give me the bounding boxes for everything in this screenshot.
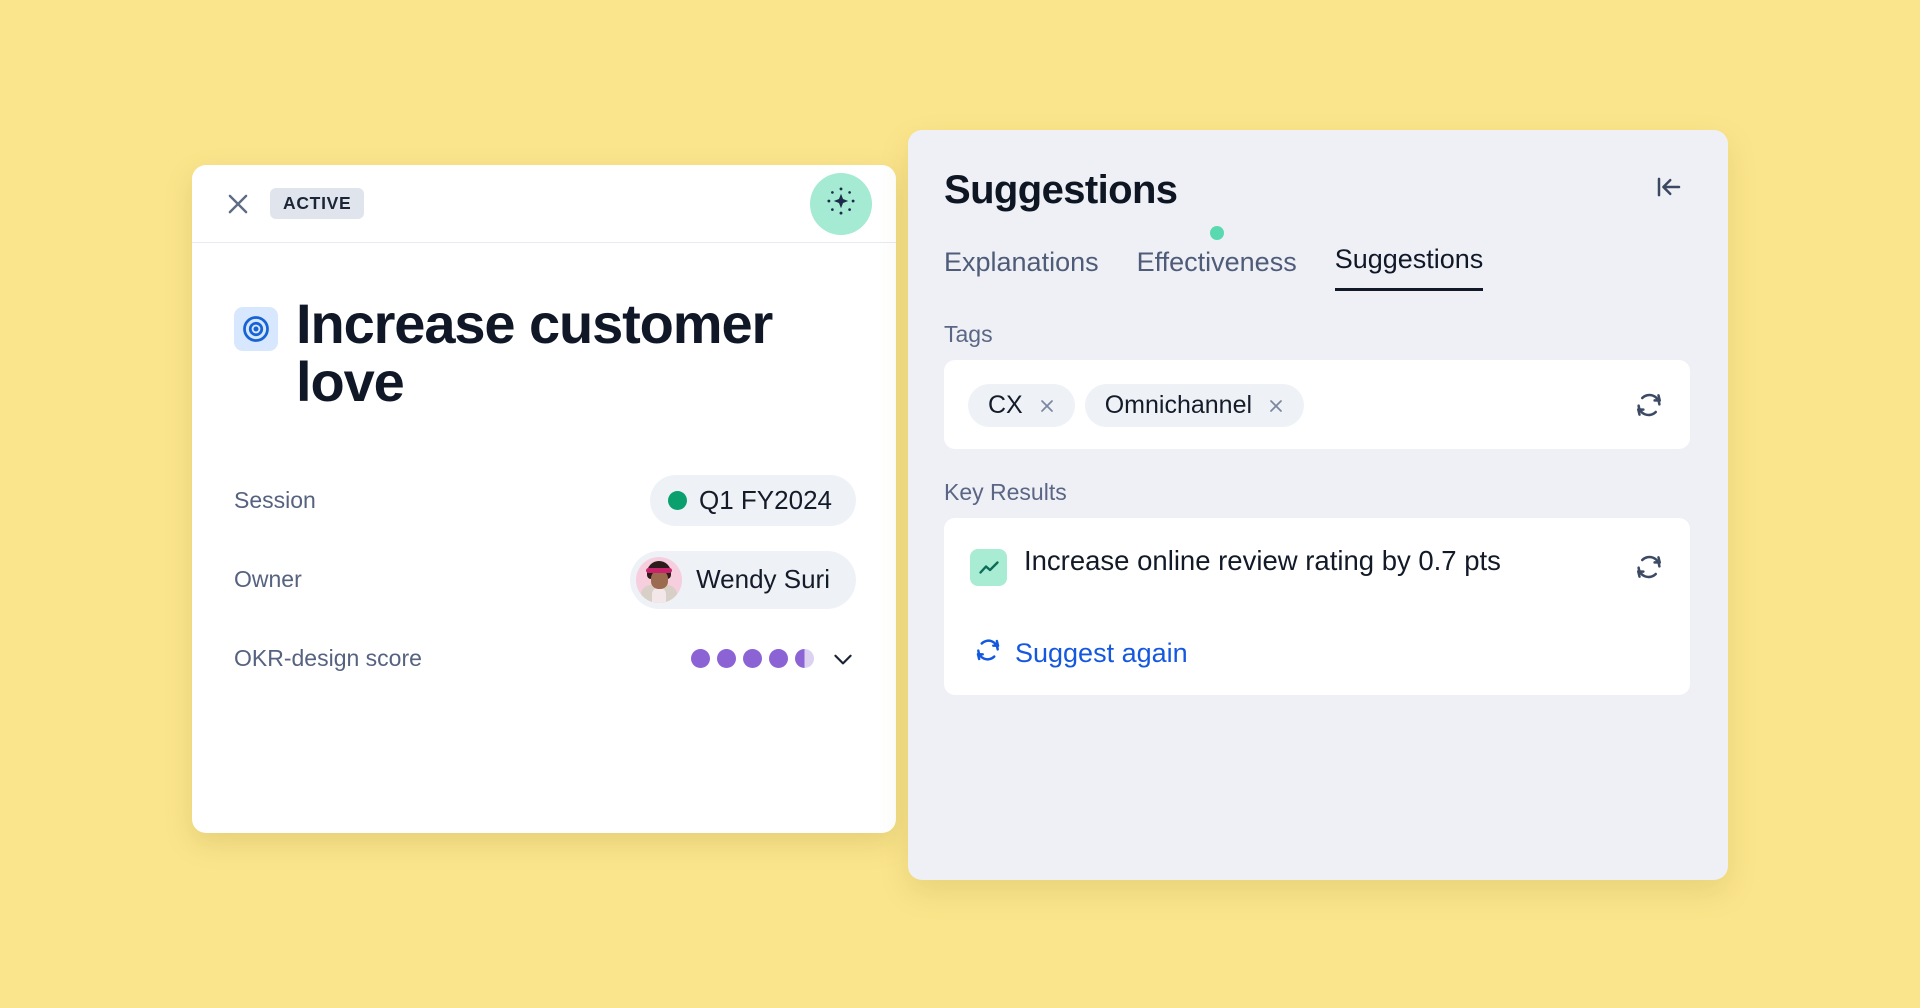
score-dot <box>691 649 710 669</box>
score-dot <box>743 649 762 669</box>
tab-suggestions-label: Suggestions <box>1334 244 1484 274</box>
score-dot <box>717 649 736 669</box>
score-dot-half <box>795 649 814 669</box>
key-result-text: Increase online review rating by 0.7 pts <box>1024 545 1501 576</box>
tab-effectiveness-label: Effectiveness <box>1136 247 1297 277</box>
ai-assistant-button[interactable] <box>810 172 872 235</box>
score-rating-dots <box>691 649 814 669</box>
status-dot-icon <box>668 491 688 511</box>
suggestions-tabs: Explanations Effectiveness Suggestions <box>944 226 1690 291</box>
sparkle-ai-icon <box>824 184 858 223</box>
objective-title-row: Increase customer love <box>234 292 856 414</box>
session-pill[interactable]: Q1 FY2024 <box>650 475 856 527</box>
refresh-key-result-icon[interactable] <box>1632 550 1666 584</box>
detail-card-body: Increase customer love Session Q1 FY2024… <box>192 243 896 698</box>
field-row-okr-design-score: OKR-design score <box>234 619 856 698</box>
trending-chart-icon <box>970 549 1007 586</box>
tag-chip[interactable]: Omnichannel <box>1084 384 1305 427</box>
key-results-card: Increase online review rating by 0.7 pts <box>944 518 1690 695</box>
refresh-icon <box>974 636 1002 671</box>
suggest-again-label: Suggest again <box>1015 638 1188 668</box>
field-label-owner: Owner <box>234 566 302 593</box>
chevron-down-icon[interactable] <box>830 646 856 672</box>
tab-explanations[interactable]: Explanations <box>944 247 1099 291</box>
avatar <box>636 556 683 603</box>
refresh-tags-icon[interactable] <box>1632 388 1666 422</box>
close-icon[interactable] <box>218 184 258 224</box>
suggestions-panel-header: Suggestions <box>944 166 1690 210</box>
tag-chip-label: CX <box>988 391 1023 419</box>
collapse-panel-left-icon[interactable] <box>1648 166 1690 208</box>
field-row-owner: Owner Wendy Suri <box>234 540 856 619</box>
okr-design-score-control[interactable] <box>691 646 856 672</box>
key-results-section-label: Key Results <box>944 479 1067 505</box>
objective-detail-card: ACTIVE Increase customer love Session Q1… <box>192 165 896 833</box>
objective-fields: Session Q1 FY2024 Owner Wendy Suri OKR-d… <box>234 461 856 698</box>
suggest-again-button[interactable]: Suggest again <box>974 636 1188 671</box>
score-dot <box>769 649 788 669</box>
key-result-row: Increase online review rating by 0.7 pts <box>970 544 1666 586</box>
tab-suggestions[interactable]: Suggestions <box>1334 244 1484 291</box>
field-row-session: Session Q1 FY2024 <box>234 461 856 540</box>
field-label-okr-design-score: OKR-design score <box>234 645 422 672</box>
close-icon[interactable] <box>1037 396 1057 416</box>
status-badge: ACTIVE <box>270 188 365 219</box>
owner-value: Wendy Suri <box>696 564 830 595</box>
session-value: Q1 FY2024 <box>699 485 832 516</box>
tag-chip[interactable]: CX <box>968 384 1075 427</box>
tab-effectiveness[interactable]: Effectiveness <box>1136 226 1297 291</box>
field-label-session: Session <box>234 487 316 514</box>
target-objective-icon <box>234 307 278 351</box>
suggestions-panel-title: Suggestions <box>944 168 1178 212</box>
tag-chip-label: Omnichannel <box>1104 391 1253 419</box>
suggestions-panel: Suggestions Explanations Effectiveness S… <box>908 130 1728 880</box>
tag-chip-list: CX Omnichannel <box>968 382 1305 427</box>
detail-card-toolbar: ACTIVE <box>192 165 896 243</box>
tab-explanations-label: Explanations <box>944 247 1099 277</box>
tags-input-box[interactable]: CX Omnichannel <box>944 360 1690 449</box>
key-result-content: Increase online review rating by 0.7 pts <box>970 544 1501 586</box>
notification-dot-icon <box>1209 226 1224 240</box>
close-icon[interactable] <box>1266 396 1286 416</box>
owner-pill[interactable]: Wendy Suri <box>630 550 856 609</box>
page-title: Increase customer love <box>296 292 773 414</box>
tags-section-label: Tags <box>944 321 993 347</box>
